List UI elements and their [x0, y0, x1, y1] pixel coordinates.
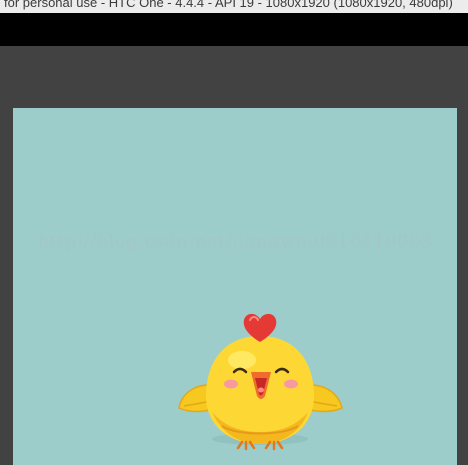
watermark-text: http://blog.csdn.net/jiangwei0910410003: [37, 231, 433, 252]
window-title: for personal use - HTC One - 4.4.4 - API…: [4, 0, 453, 10]
yellow-chick-with-heart-icon[interactable]: [176, 308, 346, 453]
emulator-toolbar: [0, 13, 468, 46]
device-screen[interactable]: http://blog.csdn.net/jiangwei0910410003: [13, 108, 457, 465]
window-title-bar: for personal use - HTC One - 4.4.4 - API…: [0, 0, 468, 13]
